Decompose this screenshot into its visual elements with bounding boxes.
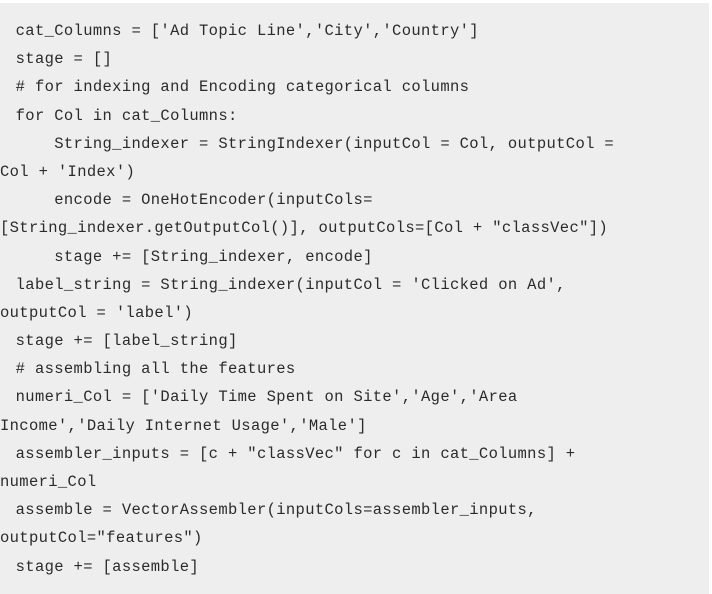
code-line: assembler_inputs = [c + "classVec" for c…: [6, 444, 576, 463]
code-line: label_string = String_indexer(inputCol =…: [6, 275, 566, 294]
code-line: # assembling all the features: [6, 360, 296, 379]
code-line: cat_Columns = ['Ad Topic Line','City','C…: [6, 22, 479, 40]
code-line: numeri_Col = ['Daily Time Spent on Site'…: [6, 388, 518, 407]
code-line: numeri_Col: [0, 473, 97, 491]
code-line: stage += [label_string]: [6, 332, 238, 351]
code-block: cat_Columns = ['Ad Topic Line','City','C…: [0, 3, 709, 594]
code-line: assemble = VectorAssembler(inputCols=ass…: [6, 501, 537, 520]
code-line: Col + 'Index'): [0, 162, 136, 181]
code-line: [String_indexer.getOutputCol()], outputC…: [0, 219, 609, 238]
code-lines-container: cat_Columns = ['Ad Topic Line','City','C…: [0, 17, 709, 581]
code-line: encode = OneHotEncoder(inputCols=: [6, 191, 373, 210]
code-line: stage = []: [6, 50, 113, 69]
code-line: String_indexer = StringIndexer(inputCol …: [6, 134, 615, 153]
code-line: stage += [String_indexer, encode]: [6, 247, 373, 266]
code-line: outputCol = 'label'): [0, 303, 194, 322]
code-line: # for indexing and Encoding categorical …: [6, 78, 470, 97]
code-line: stage += [assemble]: [6, 557, 200, 576]
code-line: for Col in cat_Columns:: [6, 106, 238, 125]
code-line: outputCol="features"): [0, 529, 203, 548]
code-line: Income','Daily Internet Usage','Male']: [0, 416, 367, 435]
